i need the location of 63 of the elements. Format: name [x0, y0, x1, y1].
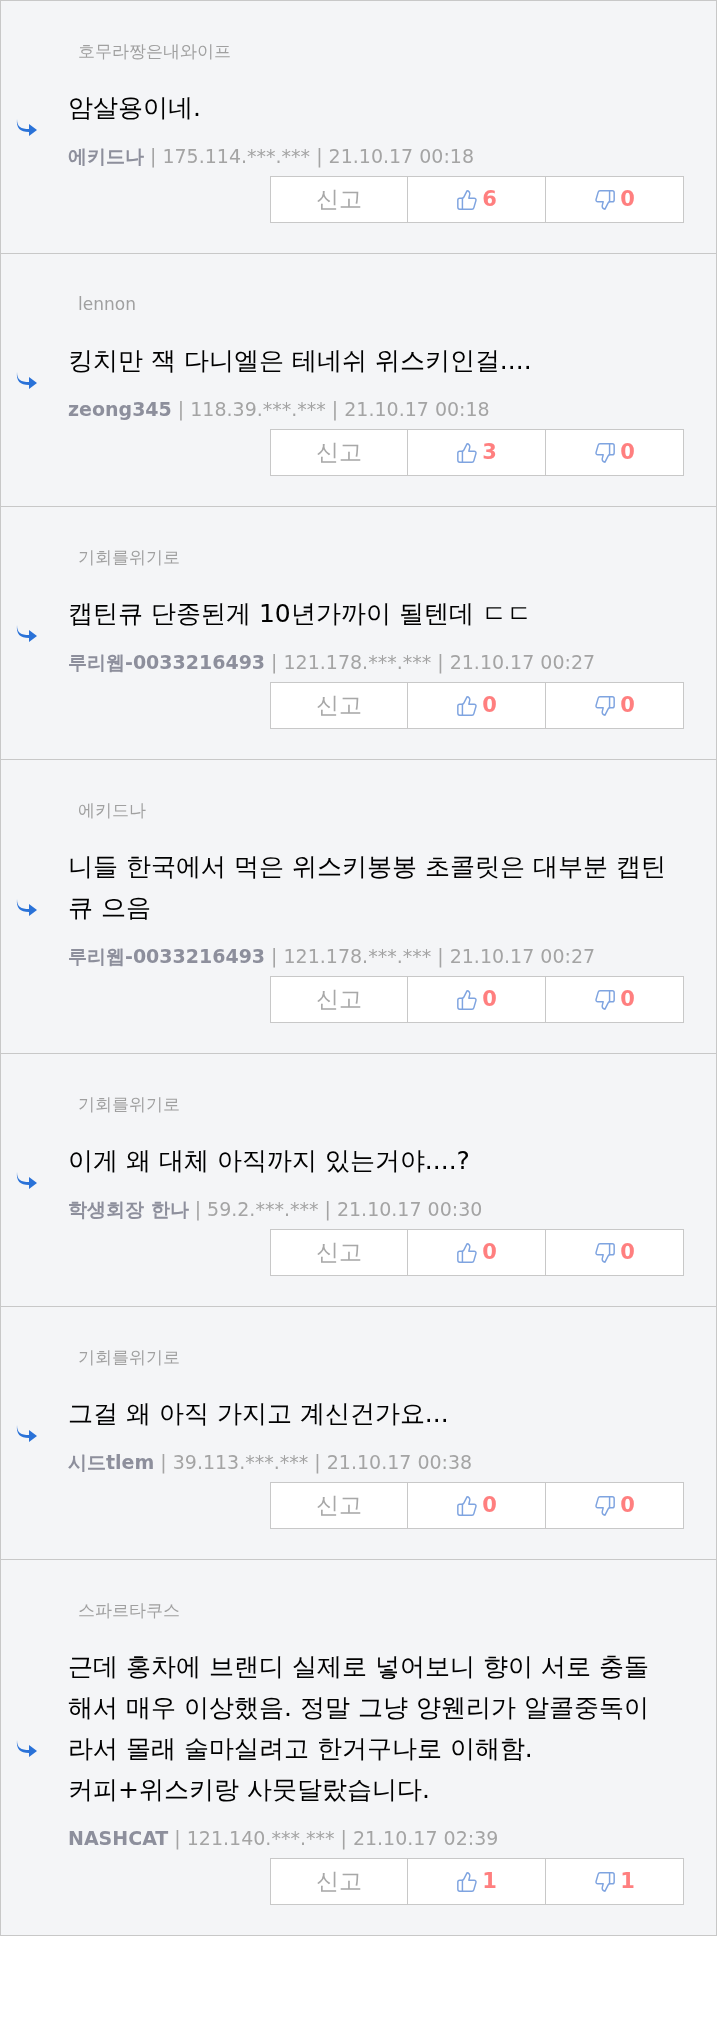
reply-to-name[interactable]: 에키드나	[78, 800, 146, 820]
thumbs-down-icon	[594, 441, 617, 464]
author-name[interactable]: zeong345	[68, 394, 172, 423]
reply-to-name[interactable]: 기회를위기로	[78, 1094, 180, 1114]
comment-text: 근데 홍차에 브랜디 실제로 넣어보니 향이 서로 충돌해서 매우 이상했음. 정말 그냥 양웬리가 알콜중독이라서 몰래 술마실려고 한거구나로 이해함. 커피+위스키랑 사뭇달랐습니다.	[68, 1650, 650, 1806]
report-button[interactable]: 신고	[270, 1229, 408, 1276]
thumbs-down-icon	[594, 1870, 617, 1893]
report-button[interactable]: 신고	[270, 429, 408, 476]
dislike-button[interactable]: 0	[546, 976, 684, 1023]
thumbs-up-icon	[456, 188, 479, 211]
comment-meta: | 118.39.***.*** | 21.10.17 00:18	[177, 396, 490, 423]
comment-text: 캡틴큐 단종된게 10년가까이 될텐데 ㄷㄷ	[68, 597, 533, 630]
dislike-button[interactable]: 0	[546, 1229, 684, 1276]
author-name[interactable]: 에키드나	[68, 141, 144, 170]
thumbs-down-icon	[594, 694, 617, 717]
like-button[interactable]: 0	[408, 1482, 546, 1529]
reply-to-name[interactable]: 스파르타쿠스	[78, 1600, 180, 1620]
comment-meta: | 39.113.***.*** | 21.10.17 00:38	[160, 1449, 473, 1476]
reply-to-name[interactable]: 호무라짱은내와이프	[78, 41, 231, 61]
like-button[interactable]: 0	[408, 1229, 546, 1276]
comment-text: 암살용이네.	[68, 91, 202, 124]
thumbs-up-icon	[456, 988, 479, 1011]
comment-meta: | 121.178.***.*** | 21.10.17 00:27	[271, 649, 596, 676]
comment-text: 이게 왜 대체 아직까지 있는거야....?	[68, 1144, 471, 1177]
thumbs-up-icon	[456, 1870, 479, 1893]
dislike-button[interactable]: 1	[546, 1858, 684, 1905]
report-button[interactable]: 신고	[270, 1858, 408, 1905]
thumbs-up-icon	[456, 694, 479, 717]
dislike-button[interactable]: 0	[546, 429, 684, 476]
author-name[interactable]: 시드tlem	[68, 1447, 155, 1476]
thumbs-up-icon	[456, 1494, 479, 1517]
thumbs-down-icon	[594, 988, 617, 1011]
reply-to-name[interactable]: 기회를위기로	[78, 1347, 180, 1367]
thumbs-up-icon	[456, 441, 479, 464]
thumbs-down-icon	[594, 1241, 617, 1264]
author-name[interactable]: 루리웹-0033216493	[68, 941, 266, 970]
author-name[interactable]: 루리웹-0033216493	[68, 647, 266, 676]
thumbs-down-icon	[594, 188, 617, 211]
report-button[interactable]: 신고	[270, 176, 408, 223]
like-button[interactable]: 6	[408, 176, 546, 223]
like-button[interactable]: 0	[408, 682, 546, 729]
comment-meta: | 175.114.***.*** | 21.10.17 00:18	[150, 143, 474, 170]
dislike-button[interactable]: 0	[546, 176, 684, 223]
comment-text: 그걸 왜 아직 가지고 계신건가요...	[68, 1397, 450, 1430]
reply-to-name[interactable]: 기회를위기로	[78, 547, 180, 567]
like-button[interactable]: 1	[408, 1858, 546, 1905]
like-button[interactable]: 3	[408, 429, 546, 476]
comment-meta: | 121.178.***.*** | 21.10.17 00:27	[271, 943, 596, 970]
report-button[interactable]: 신고	[270, 1482, 408, 1529]
comment-meta: | 121.140.***.*** | 21.10.17 02:39	[174, 1825, 499, 1852]
dislike-button[interactable]: 0	[546, 682, 684, 729]
comment-text: 니들 한국에서 먹은 위스키봉봉 초콜릿은 대부분 캡틴큐 으음	[68, 850, 667, 924]
report-button[interactable]: 신고	[270, 682, 408, 729]
author-name[interactable]: 학생회장 한나	[68, 1194, 189, 1223]
like-button[interactable]: 0	[408, 976, 546, 1023]
comment-text: 킹치만 잭 다니엘은 테네쉬 위스키인걸....	[68, 344, 533, 377]
thumbs-down-icon	[594, 1494, 617, 1517]
report-button[interactable]: 신고	[270, 976, 408, 1023]
reply-to-name[interactable]: lennon	[78, 294, 136, 314]
thumbs-up-icon	[456, 1241, 479, 1264]
comment-meta: | 59.2.***.*** | 21.10.17 00:30	[194, 1196, 483, 1223]
author-name[interactable]: NASHCAT	[68, 1823, 169, 1852]
dislike-button[interactable]: 0	[546, 1482, 684, 1529]
